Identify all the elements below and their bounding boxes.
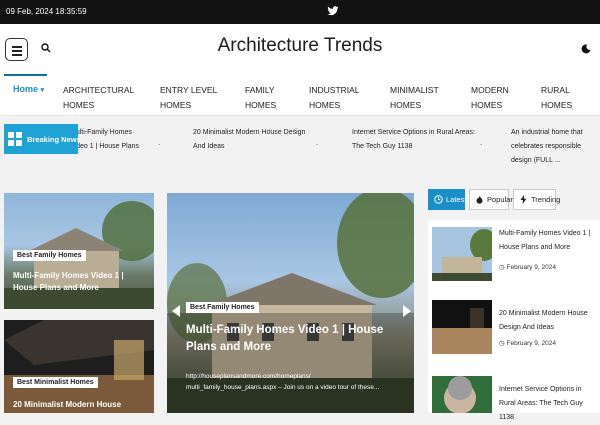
clock-icon — [434, 195, 443, 204]
ticker-item[interactable]: 20 Minimalist Modern House Design And Id… — [193, 126, 313, 154]
home-active-indicator — [4, 74, 47, 76]
featured-excerpt: http://houseplansandmore.com/homeplans/ … — [186, 373, 380, 391]
tab-trending[interactable]: Trending — [513, 189, 560, 210]
fire-icon — [476, 195, 483, 204]
site-header: Architecture Trends — [0, 24, 600, 74]
sidebar-post-title[interactable]: Multi-Family Homes Video 1 | House Plans… — [499, 227, 594, 255]
post-card[interactable]: Best Minimalist Homes 20 Minimalist Mode… — [4, 320, 154, 413]
nav-item-industrial-homes[interactable]: INDUSTRIAL HOMES — [309, 83, 369, 113]
breaking-news-bar: Multi-Family Homes Video 1 | House Plans… — [0, 116, 600, 164]
prev-arrow-icon[interactable] — [172, 305, 181, 317]
bolt-icon — [520, 195, 527, 204]
post-thumbnail — [432, 376, 492, 413]
sidebar-post[interactable]: 20 Minimalist Modern House Design And Id… — [428, 296, 600, 376]
tab-trending-label: Trending — [531, 195, 561, 204]
post-title[interactable]: 20 Minimalist Modern House Design — [13, 399, 148, 413]
ticker-item[interactable]: Multi-Family Homes Video 1 | House Plans — [70, 126, 150, 154]
ticker-separator: . — [158, 138, 161, 147]
main-navigation: Home ▾ ARCHITECTURAL HOMES ENTRY LEVEL H… — [0, 74, 600, 116]
category-badge[interactable]: Best Family Homes — [13, 250, 86, 261]
nav-item-modern-homes[interactable]: MODERN HOMES — [471, 83, 521, 113]
post-title[interactable]: Multi-Family Homes Video 1 | House Plans… — [13, 270, 148, 293]
nav-home-label: Home — [13, 84, 39, 94]
featured-post[interactable]: Best Family Homes Multi-Family Homes Vid… — [167, 193, 414, 413]
site-title[interactable]: Architecture Trends — [0, 35, 600, 57]
nav-item-family-homes[interactable]: FAMILY HOMES — [245, 83, 290, 113]
next-arrow-icon[interactable] — [402, 305, 411, 317]
sidebar-post-title[interactable]: 20 Minimalist Modern House Design And Id… — [499, 307, 594, 335]
nav-item-rural-homes[interactable]: RURAL HOMES — [541, 83, 586, 113]
grid-icon — [8, 132, 22, 146]
nav-item-architectural-homes[interactable]: ARCHITECTURAL HOMES — [63, 83, 143, 113]
calendar-icon: ◷ — [499, 340, 505, 347]
ticker-item[interactable]: Internet Service Options in Rural Areas:… — [352, 126, 477, 154]
category-badge[interactable]: Best Minimalist Homes — [13, 377, 98, 388]
breaking-news-label: Breaking News — [4, 124, 81, 154]
twitter-icon[interactable] — [327, 5, 339, 17]
ticker-separator: . — [316, 138, 319, 147]
sidebar-post-date: ◷ February 9, 2024 — [499, 263, 556, 271]
nav-item-minimalist-homes[interactable]: MINIMALIST HOMES — [390, 83, 450, 113]
post-thumbnail — [432, 300, 492, 354]
post-thumbnail — [432, 227, 492, 281]
category-badge[interactable]: Best Family Homes — [186, 302, 259, 313]
date-text: February 9, 2024 — [506, 340, 556, 347]
featured-title[interactable]: Multi-Family Homes Video 1 | House Plans… — [186, 322, 386, 355]
nav-item-entry-level-homes[interactable]: ENTRY LEVEL HOMES — [160, 83, 220, 113]
tab-latest-label: Latest — [446, 195, 467, 204]
ticker-separator: . — [480, 138, 483, 147]
tab-popular[interactable]: Popular — [469, 189, 513, 210]
top-bar: 09 Feb, 2024 18:35:59 — [0, 0, 600, 24]
breaking-news-text: Breaking News — [27, 135, 81, 144]
chevron-down-icon: ▾ — [40, 87, 45, 94]
sidebar-post[interactable]: Multi-Family Homes Video 1 | House Plans… — [428, 220, 600, 300]
moon-icon[interactable] — [581, 44, 591, 54]
sidebar-post[interactable]: Internet Service Options in Rural Areas:… — [428, 372, 600, 421]
tab-latest[interactable]: Latest — [428, 189, 467, 210]
sidebar-post-date: ◷ February 9, 2024 — [499, 339, 556, 347]
post-card[interactable]: Best Family Homes Multi-Family Homes Vid… — [4, 193, 154, 309]
calendar-icon: ◷ — [499, 264, 505, 271]
ticker-item[interactable]: An industrial home that celebrates respo… — [511, 126, 600, 168]
nav-item-home[interactable]: Home ▾ — [13, 84, 44, 94]
date-text: February 9, 2024 — [506, 264, 556, 271]
tab-popular-label: Popular — [487, 195, 513, 204]
current-date: 09 Feb, 2024 18:35:59 — [6, 7, 87, 16]
sidebar-post-title[interactable]: Internet Service Options in Rural Areas:… — [499, 383, 594, 425]
